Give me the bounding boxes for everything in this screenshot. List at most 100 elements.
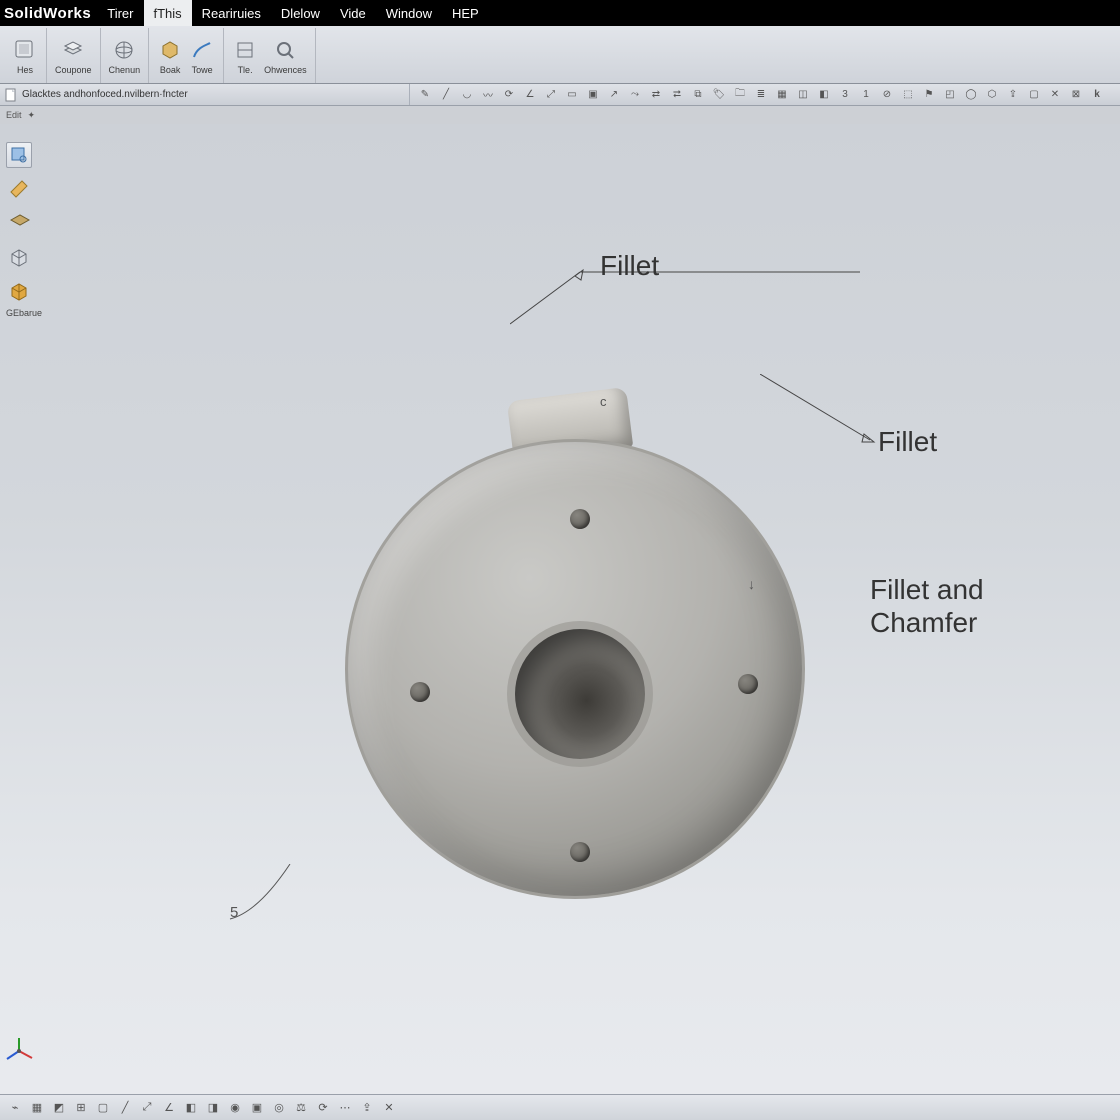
document-icon — [4, 88, 18, 102]
status-scale-icon[interactable]: ⚖ — [292, 1099, 310, 1117]
status-light-icon[interactable]: ◎ — [270, 1099, 288, 1117]
status-grid-icon[interactable]: ▦ — [28, 1099, 46, 1117]
tool-edge-icon[interactable]: ◫ — [794, 86, 812, 104]
ribbon-cell-tle[interactable]: Tle. — [232, 37, 258, 75]
edit-icon[interactable]: ✦ — [28, 110, 36, 121]
menu-vide[interactable]: Vide — [330, 0, 376, 26]
tool-hide-icon[interactable]: ⊘ — [878, 86, 896, 104]
status-ortho-icon[interactable]: ⊞ — [72, 1099, 90, 1117]
ribbon-label-tle: Tle. — [238, 65, 253, 75]
annotation-fillet-chamfer-line1: Fillet and — [870, 574, 984, 605]
status-angle-icon[interactable]: ∠ — [160, 1099, 178, 1117]
solid-tool[interactable] — [6, 278, 32, 304]
box-tool[interactable] — [6, 244, 32, 270]
menu-bar: SolidWorks Tirer fThis Reariruies Dlelow… — [0, 0, 1120, 26]
annotation-fillet-chamfer-line2: Chamfer — [870, 607, 977, 638]
annotation-fillet-chamfer: Fillet and Chamfer — [870, 574, 1070, 640]
tool-crop-icon[interactable]: ◰ — [941, 86, 959, 104]
tool-hex-icon[interactable]: ⬡ — [983, 86, 1001, 104]
sub-header: Edit ✦ — [0, 106, 1120, 124]
menu-dlelow[interactable]: Dlelow — [271, 0, 330, 26]
annotation-fillet-top: Fillet — [510, 264, 890, 344]
menu-help[interactable]: HEP — [442, 0, 489, 26]
ribbon: Hes Coupone Chenun Boak Towe Tle. Ohwenc… — [0, 26, 1120, 84]
tool-text-1-icon[interactable]: 1 — [857, 86, 875, 104]
tool-text-3-icon[interactable]: 3 — [836, 86, 854, 104]
tool-cross-icon[interactable]: ✕ — [1046, 86, 1064, 104]
ribbon-group-misc: Boak Towe — [149, 28, 224, 83]
view-triad[interactable] — [4, 1036, 34, 1066]
tool-export-icon[interactable]: ⇪ — [1004, 86, 1022, 104]
status-eye-icon[interactable]: ◉ — [226, 1099, 244, 1117]
status-dim-icon[interactable]: ⤢ — [138, 1099, 156, 1117]
status-snap-icon[interactable]: ◩ — [50, 1099, 68, 1117]
status-line-icon[interactable]: ╱ — [116, 1099, 134, 1117]
edit-label: Edit — [6, 110, 22, 120]
tool-mirror-icon[interactable]: ⮂ — [668, 86, 686, 104]
annotation-fillet-right-text: Fillet — [878, 426, 937, 458]
tool-rect-icon[interactable]: ▭ — [563, 86, 581, 104]
ribbon-group-coupone[interactable]: Coupone — [47, 28, 101, 83]
graphics-viewport[interactable]: GEbarue Fillet Fillet Fillet and Chamfer… — [0, 124, 1120, 1094]
ribbon-label-coupone: Coupone — [55, 65, 92, 75]
tool-folder-icon[interactable]: 🗀 — [731, 86, 749, 104]
tool-arc-icon[interactable]: ◡ — [458, 86, 476, 104]
plane-tool[interactable] — [6, 176, 32, 202]
ribbon-label-chenun: Chenun — [109, 65, 141, 75]
document-title-bar[interactable]: Glacktes andhonfoced.nvilbern·fncter — [0, 84, 410, 105]
ribbon-group-hes[interactable]: Hes — [4, 28, 47, 83]
ribbon-cell-towe[interactable]: Towe — [189, 37, 215, 75]
menu-tirer[interactable]: Tirer — [97, 0, 143, 26]
menu-this[interactable]: fThis — [144, 0, 192, 26]
tool-angle-icon[interactable]: ∠ — [521, 86, 539, 104]
face-tool[interactable] — [6, 210, 32, 236]
ribbon-cell-boak[interactable]: Boak — [157, 37, 183, 75]
status-close-icon[interactable]: ✕ — [380, 1099, 398, 1117]
tool-flag-icon[interactable]: ⚑ — [920, 86, 938, 104]
tool-arrow-icon[interactable]: ↗ — [605, 86, 623, 104]
tool-circle-icon[interactable]: ◯ — [962, 86, 980, 104]
menu-reariruies[interactable]: Reariruies — [192, 0, 271, 26]
ribbon-label-ohwences: Ohwences — [264, 65, 307, 75]
tool-pencil-icon[interactable]: ✎ — [416, 86, 434, 104]
app-logo-text: SolidWorks — [0, 5, 97, 22]
ribbon-cell-ohwences[interactable]: Ohwences — [264, 37, 307, 75]
status-box-icon[interactable]: ▢ — [94, 1099, 112, 1117]
status-cam-icon[interactable]: ▣ — [248, 1099, 266, 1117]
left-tool-column: GEbarue — [6, 142, 42, 318]
tool-close-icon[interactable]: ⊠ — [1067, 86, 1085, 104]
toolstrip: ✎ ╱ ◡ 〰 ⟳ ∠ ⤢ ▭ ▣ ↗ ⤳ ⇄ ⮂ ⧉ 🏷 🗀 ≣ ▦ ◫ ◧ … — [410, 84, 1120, 105]
status-rot-icon[interactable]: ⟳ — [314, 1099, 332, 1117]
tool-grid-icon[interactable]: ▦ — [773, 86, 791, 104]
tool-move-icon[interactable]: ⇄ — [647, 86, 665, 104]
tool-tag-icon[interactable]: 🏷 — [710, 86, 728, 104]
ribbon-group-chenun[interactable]: Chenun — [101, 28, 150, 83]
ribbon-label-towe: Towe — [192, 65, 213, 75]
tool-k-icon[interactable]: k — [1088, 86, 1106, 104]
tool-dim-icon[interactable]: ⤢ — [542, 86, 560, 104]
tick-arrow: ↓ — [748, 576, 755, 592]
status-more-icon[interactable]: ⋯ — [336, 1099, 354, 1117]
tool-layers-icon[interactable]: ≣ — [752, 86, 770, 104]
tool-select-icon[interactable]: ⬚ — [899, 86, 917, 104]
tool-copy-icon[interactable]: ⧉ — [689, 86, 707, 104]
new-part-icon — [12, 37, 38, 63]
status-export-icon[interactable]: ⇪ — [358, 1099, 376, 1117]
tool-path-icon[interactable]: ⤳ — [626, 86, 644, 104]
tool-box-icon[interactable]: ▢ — [1025, 86, 1043, 104]
status-cube2-icon[interactable]: ◨ — [204, 1099, 222, 1117]
tick-5: 5 — [230, 904, 238, 921]
curve-icon — [189, 37, 215, 63]
select-tool[interactable] — [6, 142, 32, 168]
annotation-fillet-top-text: Fillet — [600, 250, 659, 282]
tool-rotate-icon[interactable]: ⟳ — [500, 86, 518, 104]
status-pointer-icon[interactable]: ⌁ — [6, 1099, 24, 1117]
tool-face-icon[interactable]: ◧ — [815, 86, 833, 104]
tool-spline-icon[interactable]: 〰 — [479, 86, 497, 104]
ribbon-label-hes: Hes — [17, 65, 33, 75]
left-tools-label: GEbarue — [6, 308, 42, 318]
tool-line-icon[interactable]: ╱ — [437, 86, 455, 104]
status-cube1-icon[interactable]: ◧ — [182, 1099, 200, 1117]
menu-window[interactable]: Window — [376, 0, 442, 26]
tool-window-icon[interactable]: ▣ — [584, 86, 602, 104]
